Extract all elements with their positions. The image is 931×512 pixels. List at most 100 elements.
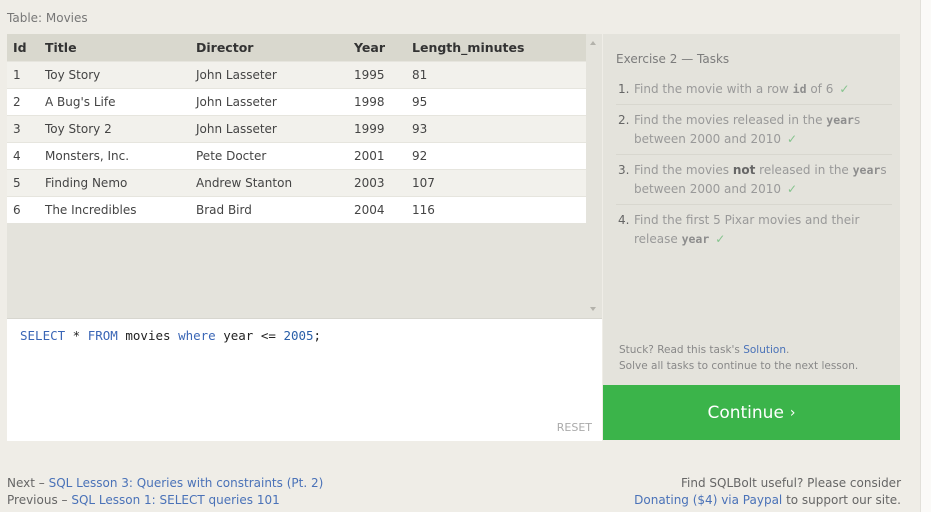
support-line: Find SQLBolt useful? Please consider	[681, 476, 901, 490]
cell-id: 3	[7, 115, 45, 143]
cell-director: Andrew Stanton	[196, 169, 354, 197]
lesson-navigation: Next – SQL Lesson 3: Queries with constr…	[7, 475, 323, 509]
cell-length: 93	[412, 115, 586, 143]
sql-terminator: ;	[313, 328, 322, 343]
task-code: id	[792, 82, 807, 96]
cell-director: John Lasseter	[196, 61, 354, 89]
sql-number: 2005	[283, 328, 314, 343]
check-icon: ✓	[715, 232, 726, 246]
cell-year: 1998	[354, 88, 412, 116]
cell-title: Toy Story 2	[45, 115, 196, 143]
cell-id: 4	[7, 142, 45, 170]
cell-title: Finding Nemo	[45, 169, 196, 197]
cell-length: 116	[412, 196, 586, 223]
solve-all-text: Solve all tasks to continue to the next …	[619, 360, 859, 372]
task-text: Find the first 5 Pixar movies and their …	[634, 213, 860, 246]
check-icon: ✓	[787, 132, 798, 146]
results-table: Id Title Director Year Length_minutes 1 …	[7, 34, 586, 223]
task-text-middle: released in the	[755, 163, 853, 177]
table-row: 4 Monsters, Inc. Pete Docter 2001 92	[7, 142, 586, 170]
column-header-title: Title	[45, 34, 196, 62]
sql-condition: year <=	[215, 328, 284, 343]
task-number: 2.	[618, 113, 630, 127]
cell-year: 2003	[354, 169, 412, 197]
results-scrollbar[interactable]	[586, 34, 602, 318]
table-row: 2 A Bug's Life John Lasseter 1998 95	[7, 88, 586, 116]
previous-lesson-link[interactable]: SQL Lesson 1: SELECT queries 101	[71, 493, 279, 507]
check-icon: ✓	[839, 82, 850, 96]
cell-id: 6	[7, 196, 45, 223]
results-table-panel: Id Title Director Year Length_minutes 1 …	[7, 34, 586, 318]
cell-id: 1	[7, 61, 45, 89]
next-lesson-link[interactable]: SQL Lesson 3: Queries with constraints (…	[49, 476, 324, 490]
task-number: 1.	[618, 82, 630, 96]
task-list: 1. Find the movie with a row id of 6 ✓ 2. F…	[616, 78, 892, 258]
table-caption: Table: Movies	[7, 11, 88, 25]
cell-title: The Incredibles	[45, 196, 196, 223]
sql-table-name: movies	[117, 328, 179, 343]
support-message: Find SQLBolt useful? Please consider Don…	[634, 475, 901, 509]
sql-keyword-where: where	[178, 328, 216, 343]
cell-title: Monsters, Inc.	[45, 142, 196, 170]
cell-year: 2001	[354, 142, 412, 170]
cell-year: 1995	[354, 61, 412, 89]
page-right-edge	[920, 0, 931, 512]
task-item: 1. Find the movie with a row id of 6 ✓	[616, 78, 892, 105]
chevron-right-icon: ›	[789, 404, 796, 421]
solution-link[interactable]: Solution	[743, 344, 786, 356]
cell-director: Pete Docter	[196, 142, 354, 170]
donate-link[interactable]: Donating ($4) via Paypal	[634, 493, 782, 507]
task-item: 3. Find the movies not released in the ye…	[616, 159, 892, 205]
cell-id: 2	[7, 88, 45, 116]
cell-director: John Lasseter	[196, 115, 354, 143]
cell-length: 95	[412, 88, 586, 116]
next-prefix: Next –	[7, 476, 49, 490]
cell-year: 1999	[354, 115, 412, 143]
sql-editor[interactable]: SELECT * FROM movies where year <= 2005;…	[7, 318, 602, 441]
stuck-help-text: Stuck? Read this task's Solution. Solve …	[619, 342, 858, 374]
task-text: Find the movie with a row	[634, 82, 793, 96]
column-header-year: Year	[354, 34, 412, 62]
task-number: 3.	[618, 163, 630, 177]
cell-title: Toy Story	[45, 61, 196, 89]
continue-button[interactable]: Continue ›	[603, 385, 900, 440]
exercise-heading: Exercise 2 — Tasks	[616, 52, 730, 66]
cell-title: A Bug's Life	[45, 88, 196, 116]
scroll-down-arrow-icon[interactable]	[590, 307, 596, 311]
cell-length: 107	[412, 169, 586, 197]
cell-length: 92	[412, 142, 586, 170]
cell-director: John Lasseter	[196, 88, 354, 116]
task-code: year	[681, 232, 710, 246]
sql-keyword-from: FROM	[87, 328, 118, 343]
column-header-director: Director	[196, 34, 354, 62]
prev-prefix: Previous –	[7, 493, 72, 507]
sql-star: *	[65, 328, 88, 343]
sql-keyword-select: SELECT	[20, 328, 66, 343]
cell-id: 5	[7, 169, 45, 197]
check-icon: ✓	[787, 182, 798, 196]
support-suffix: to support our site.	[782, 493, 901, 507]
continue-label: Continue	[707, 402, 784, 423]
scroll-up-arrow-icon[interactable]	[590, 41, 596, 45]
table-row: 5 Finding Nemo Andrew Stanton 2003 107	[7, 169, 586, 197]
table-row: 6 The Incredibles Brad Bird 2004 116	[7, 196, 586, 223]
table-row: 3 Toy Story 2 John Lasseter 1999 93	[7, 115, 586, 143]
cell-length: 81	[412, 61, 586, 89]
stuck-prefix: Stuck? Read this task's	[619, 344, 744, 356]
stuck-suffix: .	[786, 344, 790, 356]
task-number: 4.	[618, 213, 630, 227]
sql-query-text[interactable]: SELECT * FROM movies where year <= 2005;	[20, 328, 321, 343]
task-code: year	[852, 163, 881, 177]
task-text: Find the movies	[634, 163, 733, 177]
column-header-id: Id	[7, 34, 45, 62]
cell-year: 2004	[354, 196, 412, 223]
exercise-tasks-panel: Exercise 2 — Tasks 1. Find the movie with…	[603, 34, 900, 385]
task-text-end: of 6	[806, 82, 834, 96]
table-row: 1 Toy Story John Lasseter 1995 81	[7, 61, 586, 89]
task-text: Find the movies released in the	[634, 113, 827, 127]
cell-director: Brad Bird	[196, 196, 354, 223]
table-header-row: Id Title Director Year Length_minutes	[7, 34, 586, 62]
reset-button[interactable]: RESET	[557, 421, 592, 434]
task-bold-text: not	[732, 163, 756, 177]
column-header-length: Length_minutes	[412, 34, 586, 62]
